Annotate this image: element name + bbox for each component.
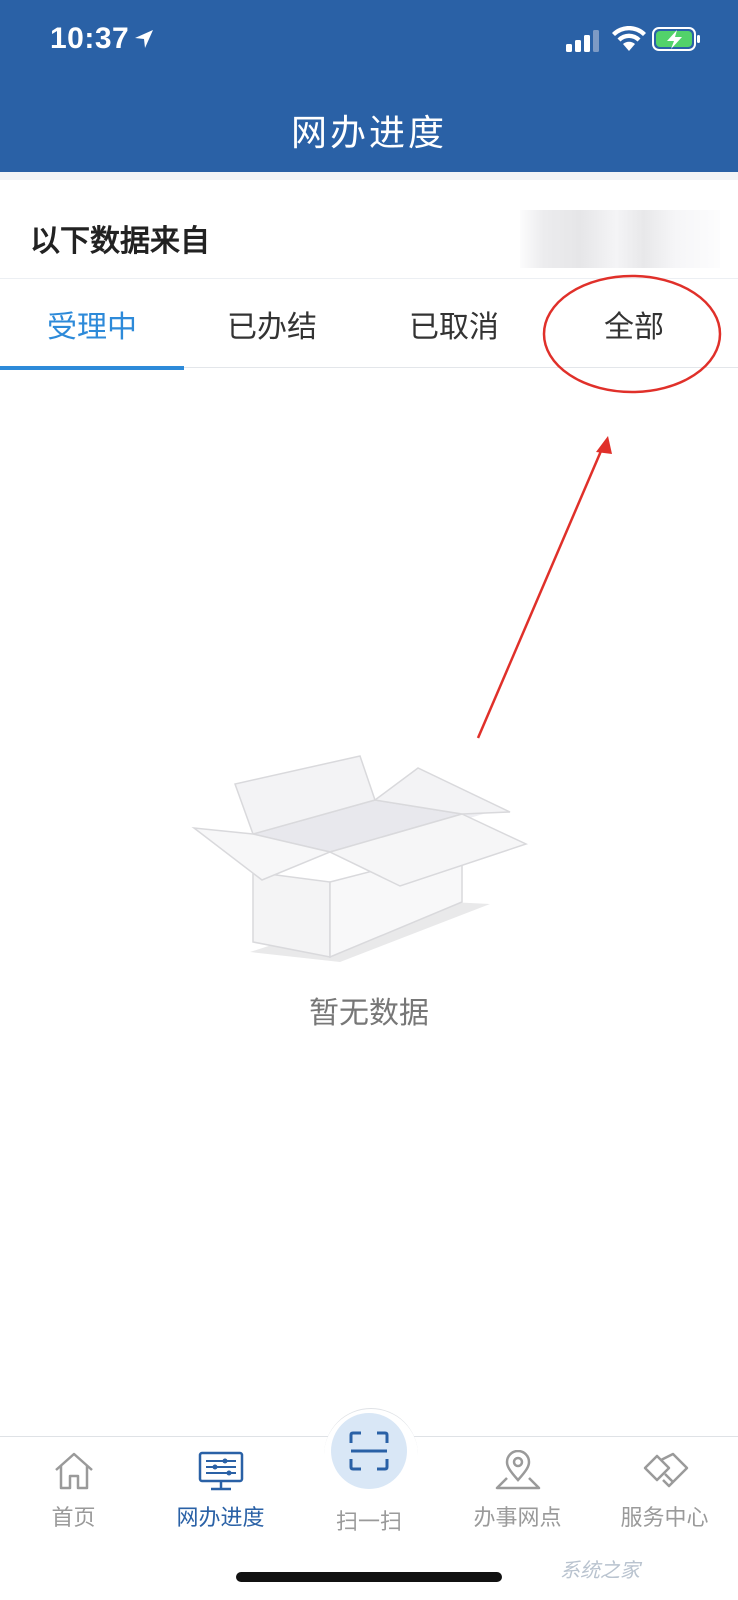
map-pin-icon xyxy=(495,1450,540,1490)
page-title: 网办进度 xyxy=(290,113,447,154)
data-source-label: 以下数据来自 xyxy=(30,224,210,259)
tab-all[interactable]: 全部 xyxy=(542,279,726,369)
tab-cancelled[interactable]: 已取消 xyxy=(362,279,546,369)
home-indicator xyxy=(236,1572,502,1582)
cellular-signal-icon xyxy=(566,30,599,52)
nav-label: 首页 xyxy=(51,1506,96,1531)
app-header: 10:37 网办进度 xyxy=(0,0,738,172)
nav-item-service-center[interactable]: 服务中心 xyxy=(591,1450,738,1550)
tab-label: 已办结 xyxy=(227,310,317,345)
nav-label: 网办进度 xyxy=(176,1506,265,1531)
wifi-icon xyxy=(612,26,646,51)
monitor-icon xyxy=(198,1451,243,1491)
location-arrow-icon xyxy=(135,30,153,48)
home-icon xyxy=(54,1452,93,1490)
annotation-arrow-head xyxy=(596,436,612,454)
nav-label: 服务中心 xyxy=(620,1506,709,1531)
status-time: 10:37 xyxy=(50,22,130,55)
nav-item-scan[interactable] xyxy=(331,1413,407,1489)
status-tabs: 受理中 已办结 已取消 全部 xyxy=(0,278,738,370)
app-screen: 10:37 网办进度 以下数据来自 受理中 已办结 已取消 全部 暂无数据 首页… xyxy=(0,0,738,1600)
tab-label: 受理中 xyxy=(47,310,137,345)
nav-label: 办事网点 xyxy=(473,1506,562,1531)
empty-state-text: 暂无数据 xyxy=(309,996,429,1031)
nav-item-progress[interactable]: 网办进度 xyxy=(147,1450,294,1550)
active-tab-indicator xyxy=(0,366,184,370)
empty-box-icon xyxy=(191,755,529,962)
annotation-arrow-line xyxy=(476,443,606,739)
service-handshake-icon xyxy=(643,1452,688,1488)
tab-label: 全部 xyxy=(604,310,664,345)
nav-item-home[interactable]: 首页 xyxy=(0,1450,147,1550)
tab-label: 已取消 xyxy=(409,310,499,345)
battery-charging-icon xyxy=(652,27,700,51)
scan-icon xyxy=(349,1431,389,1471)
status-bar: 10:37 xyxy=(0,0,738,80)
nav-item-service-points[interactable]: 办事网点 xyxy=(444,1450,591,1550)
data-source-row: 以下数据来自 xyxy=(0,172,738,278)
nav-label-scan: 扫一扫 xyxy=(335,1510,402,1535)
tab-in-progress[interactable]: 受理中 xyxy=(0,279,184,370)
tab-completed[interactable]: 已办结 xyxy=(180,279,364,369)
watermark: 系统之家 xyxy=(560,1558,640,1582)
blurred-source-value xyxy=(520,210,720,268)
